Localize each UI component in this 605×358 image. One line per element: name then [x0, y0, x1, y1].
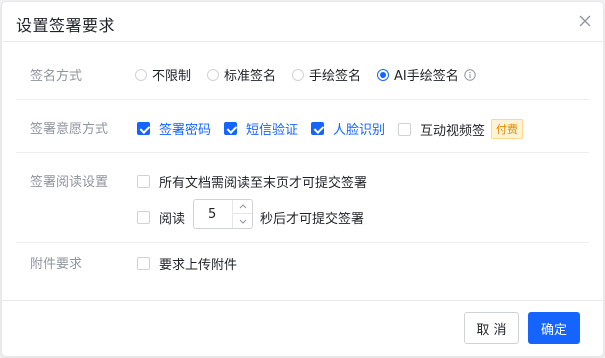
checkbox-read-seconds[interactable]: 阅读	[137, 208, 185, 227]
stepper-increment[interactable]	[233, 200, 252, 214]
checkbox-require-attachment[interactable]: 要求上传附件	[137, 254, 237, 273]
checkbox-sign-password[interactable]: 签署密码	[137, 119, 211, 138]
read-seconds-stepper[interactable]: 5	[193, 199, 253, 229]
radio-ai-handwritten-label: AI手绘签名	[394, 69, 459, 84]
read-seconds-prefix: 阅读	[159, 212, 186, 227]
checkbox-sms-verify[interactable]: 短信验证	[224, 119, 298, 138]
cancel-button[interactable]: 取 消	[464, 312, 519, 344]
section-divider	[16, 99, 589, 100]
chevron-up-icon	[239, 204, 246, 209]
checkbox-interactive-video-box[interactable]	[398, 122, 411, 136]
radio-ai-handwritten-signature[interactable]: AI手绘签名	[377, 65, 476, 84]
radio-standard-label: 标准签名	[224, 69, 277, 84]
info-circle-icon[interactable]	[464, 68, 476, 81]
dialog-title: 设置签署要求	[16, 16, 116, 35]
radio-handwritten-signature[interactable]: 手绘签名	[292, 65, 361, 84]
radio-handwritten-circle[interactable]	[292, 68, 304, 81]
paid-badge: 付费	[491, 119, 524, 139]
checkbox-read-to-end[interactable]: 所有文档需阅读至末页才可提交签署	[137, 172, 367, 191]
radio-unlimited-label: 不限制	[152, 69, 192, 84]
checkbox-read-seconds-box[interactable]	[137, 211, 150, 224]
chevron-down-icon	[239, 219, 246, 224]
read-seconds-suffix: 秒后才可提交签署	[260, 212, 365, 227]
close-icon[interactable]	[577, 13, 593, 29]
radio-unlimited-circle[interactable]	[135, 68, 147, 81]
section-divider	[16, 242, 589, 243]
radio-handwritten-label: 手绘签名	[309, 69, 362, 84]
checkbox-face-recognition-label: 人脸识别	[333, 123, 386, 138]
checkbox-face-recognition-box[interactable]	[311, 122, 324, 135]
dialog-body: 签名方式 不限制 标准签名 手绘签名 AI手绘签名 签署意愿方式 签署密码 短信…	[2, 43, 603, 300]
checkbox-require-attachment-label: 要求上传附件	[159, 258, 238, 273]
checkbox-require-attachment-box[interactable]	[137, 257, 150, 270]
attachment-label: 附件要求	[30, 257, 83, 272]
stepper-decrement[interactable]	[233, 214, 252, 228]
dialog-header: 设置签署要求	[2, 2, 603, 42]
sign-intent-label: 签署意愿方式	[30, 122, 109, 137]
sign-requirements-dialog: 设置签署要求 签名方式 不限制 标准签名 手绘签名 AI手绘签名 签署意愿方式 …	[2, 2, 603, 356]
checkbox-read-to-end-box[interactable]	[137, 175, 150, 188]
checkbox-sign-password-box[interactable]	[137, 122, 150, 135]
checkbox-sign-password-label: 签署密码	[159, 123, 212, 138]
dialog-footer: 取 消 确定	[2, 300, 603, 356]
confirm-button[interactable]: 确定	[528, 312, 580, 344]
checkbox-sms-verify-label: 短信验证	[246, 123, 299, 138]
stepper-buttons	[232, 200, 252, 228]
checkbox-interactive-video-label: 互动视频签	[420, 123, 486, 139]
sign-method-label: 签名方式	[30, 69, 83, 84]
radio-ai-handwritten-circle[interactable]	[377, 68, 389, 81]
radio-unlimited[interactable]: 不限制	[135, 65, 191, 84]
section-divider	[16, 152, 589, 153]
radio-standard-signature[interactable]: 标准签名	[207, 65, 276, 84]
checkbox-read-to-end-label: 所有文档需阅读至末页才可提交签署	[159, 176, 368, 191]
radio-standard-circle[interactable]	[207, 68, 219, 81]
read-seconds-value[interactable]: 5	[208, 207, 216, 222]
reading-settings-label: 签署阅读设置	[30, 175, 109, 190]
checkbox-face-recognition[interactable]: 人脸识别	[311, 119, 385, 138]
checkbox-interactive-video[interactable]: 互动视频签 付费	[398, 119, 524, 139]
checkbox-sms-verify-box[interactable]	[224, 122, 237, 135]
